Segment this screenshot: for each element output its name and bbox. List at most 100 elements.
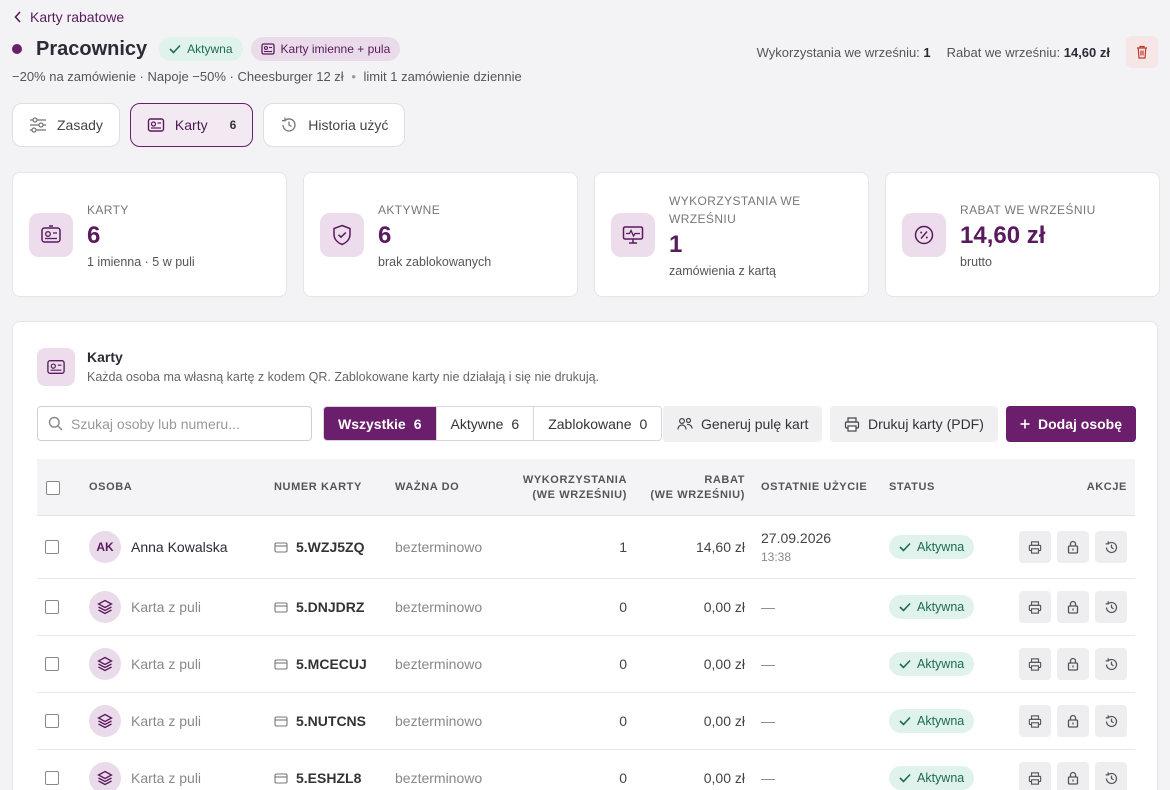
back-link-label: Karty rabatowe bbox=[30, 9, 125, 25]
col-usage[interactable]: Wykorzystania (we wrześniu) bbox=[507, 459, 627, 516]
usage-count: 0 bbox=[619, 770, 627, 786]
stat-sub: 1 imienna · 5 w puli bbox=[87, 254, 195, 269]
filter-label: Wszystkie bbox=[338, 415, 406, 432]
table-row: Karta z puli 5.NUTCNS bezterminowo 0 0,0… bbox=[37, 693, 1135, 750]
filter-all[interactable]: Wszystkie 6 bbox=[324, 407, 437, 440]
card-history-button[interactable] bbox=[1095, 531, 1127, 563]
search-input[interactable] bbox=[71, 415, 291, 432]
rules-summary-text: −20% na zamówienie · Napoje −50% · Chees… bbox=[12, 69, 344, 84]
add-person-button[interactable]: Dodaj osobę bbox=[1006, 406, 1137, 442]
tab-karty[interactable]: Karty 6 bbox=[129, 103, 254, 147]
lock-icon bbox=[1067, 771, 1079, 785]
print-cards-button[interactable]: Drukuj karty (PDF) bbox=[830, 406, 998, 442]
valid-until: bezterminowo bbox=[395, 770, 483, 786]
stat-label: Karty bbox=[87, 202, 129, 217]
title-row: Pracownicy Aktywna Karty imienne + pula bbox=[12, 36, 408, 62]
last-use-date: 27.09.2026 bbox=[761, 530, 832, 546]
card-history-button[interactable] bbox=[1095, 648, 1127, 680]
card-icon bbox=[274, 715, 288, 727]
bullet-separator: • bbox=[351, 69, 356, 84]
col-discount-line1: Rabat bbox=[704, 473, 745, 486]
row-checkbox[interactable] bbox=[45, 714, 59, 728]
last-use-date: — bbox=[761, 656, 775, 672]
id-card-icon bbox=[147, 118, 165, 132]
col-card-number[interactable]: Numer karty bbox=[274, 459, 362, 516]
stat-sub: brak zablokowanych bbox=[378, 254, 492, 269]
last-use-date: — bbox=[761, 599, 775, 615]
status-label: Aktywna bbox=[917, 771, 965, 785]
stat-card-karty: Karty 6 1 imienna · 5 w puli bbox=[12, 172, 287, 297]
col-last-use[interactable]: Ostatnie użycie bbox=[761, 459, 867, 516]
row-checkbox[interactable] bbox=[45, 771, 59, 785]
lock-icon bbox=[1067, 657, 1079, 671]
check-icon bbox=[899, 602, 911, 612]
stats: Karty 6 1 imienna · 5 w puli Aktywne 6 b… bbox=[12, 172, 1160, 297]
printer-icon bbox=[1028, 714, 1042, 728]
print-card-button[interactable] bbox=[1019, 531, 1051, 563]
col-person[interactable]: Osoba bbox=[89, 459, 132, 516]
chevron-left-icon bbox=[14, 11, 21, 23]
table-row: Karta z puli 5.MCECUJ bezterminowo 0 0,0… bbox=[37, 636, 1135, 693]
card-history-button[interactable] bbox=[1095, 762, 1127, 790]
lock-card-button[interactable] bbox=[1057, 762, 1089, 790]
table-body: AK Anna Kowalska 5.WZJ5ZQ bezterminowo 1… bbox=[37, 516, 1135, 790]
status-badge: Aktywna bbox=[889, 595, 975, 619]
search-field[interactable] bbox=[37, 406, 312, 441]
table-header: Osoba Numer karty Ważna do Wykorzystania… bbox=[37, 459, 1135, 516]
col-valid-until[interactable]: Ważna do bbox=[395, 459, 459, 516]
card-history-button[interactable] bbox=[1095, 591, 1127, 623]
row-checkbox[interactable] bbox=[45, 600, 59, 614]
stat-value: 6 bbox=[378, 221, 392, 249]
select-all-checkbox[interactable] bbox=[46, 480, 60, 495]
back-link[interactable]: Karty rabatowe bbox=[14, 9, 124, 25]
avatar: AK bbox=[89, 531, 121, 563]
printer-icon bbox=[1028, 657, 1042, 671]
discount-icon bbox=[902, 213, 946, 257]
discount-label: Rabat we wrześniu: bbox=[946, 44, 1061, 60]
stat-sub: brutto bbox=[960, 254, 992, 269]
col-status[interactable]: Status bbox=[889, 459, 935, 516]
status-badge: Aktywna bbox=[889, 652, 975, 676]
print-card-button[interactable] bbox=[1019, 762, 1051, 790]
stat-label: Wykorzystania we wrześniu bbox=[669, 193, 801, 226]
print-card-button[interactable] bbox=[1019, 705, 1051, 737]
filter-active[interactable]: Aktywne 6 bbox=[436, 407, 535, 440]
valid-until: bezterminowo bbox=[395, 713, 483, 729]
status-dot bbox=[12, 44, 22, 54]
valid-until: bezterminowo bbox=[395, 539, 483, 555]
check-icon bbox=[899, 659, 911, 669]
card-number: 5.WZJ5ZQ bbox=[296, 539, 365, 555]
history-icon bbox=[1105, 657, 1117, 670]
stat-card-aktywne: Aktywne 6 brak zablokowanych bbox=[303, 172, 578, 297]
filter-blocked[interactable]: Zablokowane 0 bbox=[534, 407, 662, 440]
users-icon bbox=[677, 417, 693, 430]
print-card-button[interactable] bbox=[1019, 591, 1051, 623]
status-badge: Aktywna bbox=[889, 766, 975, 790]
tab-zasady[interactable]: Zasady bbox=[12, 103, 120, 147]
lock-icon bbox=[1067, 714, 1079, 728]
tab-historia[interactable]: Historia użyć bbox=[263, 103, 406, 147]
print-card-button[interactable] bbox=[1019, 648, 1051, 680]
generate-pool-button[interactable]: Generuj pulę kart bbox=[663, 406, 823, 442]
valid-until: bezterminowo bbox=[395, 599, 483, 615]
limit-text: limit 1 zamówienie dziennie bbox=[363, 69, 522, 84]
stat-card-wykorzystania: Wykorzystania we wrześniu 1 zamówienia z… bbox=[594, 172, 869, 297]
print-cards-label: Drukuj karty (PDF) bbox=[868, 416, 984, 432]
lock-card-button[interactable] bbox=[1057, 648, 1089, 680]
row-checkbox[interactable] bbox=[45, 540, 59, 554]
trash-icon bbox=[1137, 45, 1147, 59]
delete-button[interactable] bbox=[1126, 36, 1158, 68]
card-history-button[interactable] bbox=[1095, 705, 1127, 737]
lock-card-button[interactable] bbox=[1057, 531, 1089, 563]
col-discount[interactable]: Rabat (we wrześniu) bbox=[637, 459, 745, 516]
table-row: AK Anna Kowalska 5.WZJ5ZQ bezterminowo 1… bbox=[37, 516, 1135, 579]
valid-until: bezterminowo bbox=[395, 656, 483, 672]
printer-icon bbox=[844, 416, 860, 432]
lock-card-button[interactable] bbox=[1057, 705, 1089, 737]
card-icon bbox=[274, 601, 288, 613]
lock-card-button[interactable] bbox=[1057, 591, 1089, 623]
plus-icon bbox=[1020, 419, 1030, 429]
row-checkbox[interactable] bbox=[45, 657, 59, 671]
status-label: Aktywna bbox=[917, 657, 965, 671]
table-row: Karta z puli 5.ESHZL8 bezterminowo 0 0,0… bbox=[37, 750, 1135, 790]
